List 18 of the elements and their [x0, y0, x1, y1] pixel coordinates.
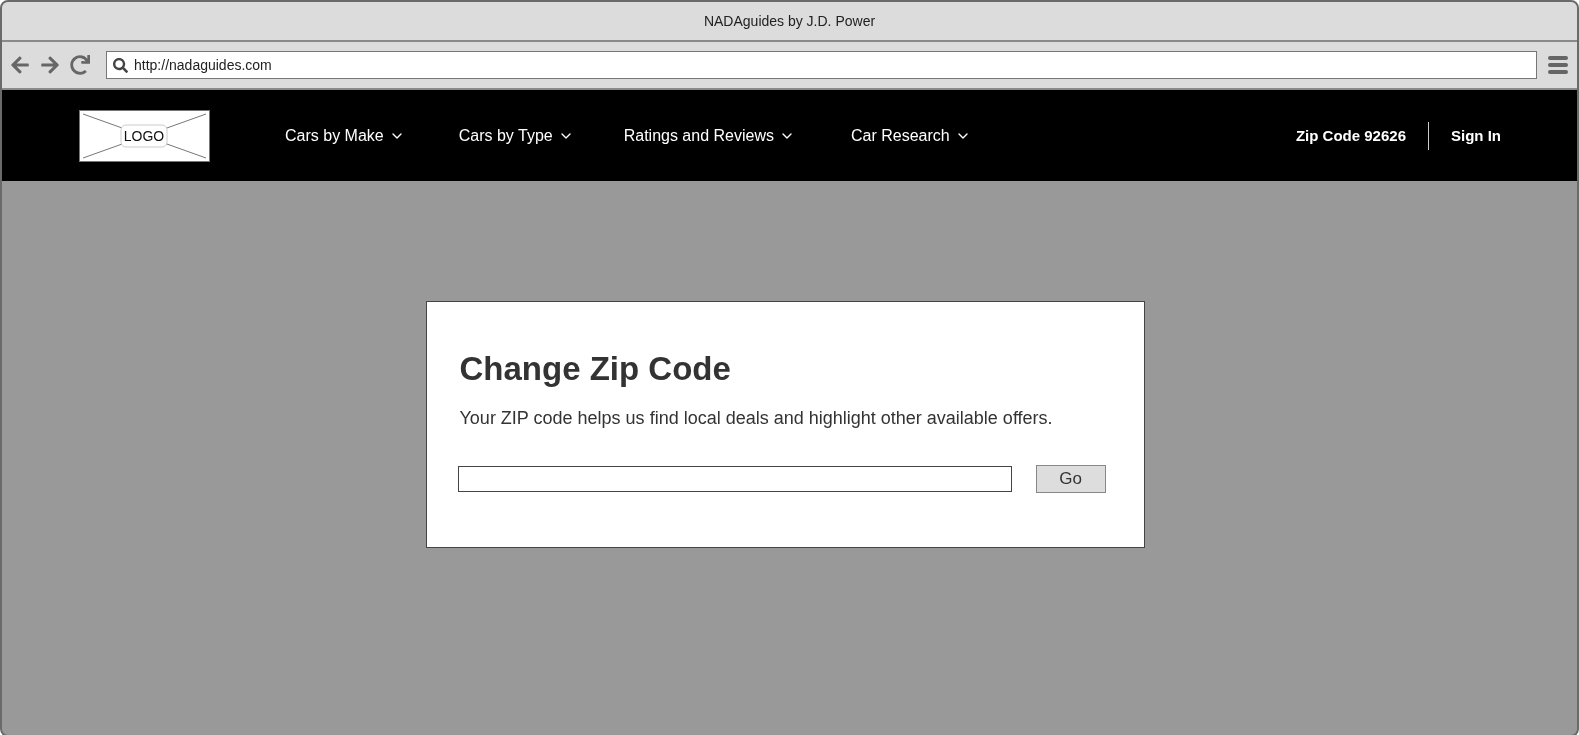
nav-menu-item[interactable]: Ratings and Reviews — [623, 126, 795, 145]
go-button[interactable]: Go — [1035, 465, 1106, 493]
dialog-title: Change Zip Code — [459, 350, 732, 388]
dialog-text: Your ZIP code helps us find local deals and highlight other available offers. — [459, 408, 1054, 429]
forward-icon[interactable] — [40, 55, 60, 75]
reload-icon[interactable] — [70, 55, 90, 75]
logo-text: LOGO — [123, 127, 165, 144]
nav-menu-item[interactable]: Car Research — [850, 126, 971, 145]
menu-icon[interactable] — [1547, 55, 1569, 75]
nav-menu-item[interactable]: Cars by Make — [285, 126, 405, 145]
nav-menu-item[interactable]: Cars by Type — [458, 126, 574, 145]
window-title: NADAguides by J.D. Power — [703, 13, 876, 29]
zip-code-link[interactable]: Zip Code 92626 — [1295, 127, 1406, 144]
zip-code-field[interactable] — [457, 466, 1012, 492]
back-icon[interactable] — [10, 55, 30, 75]
sign-in-link[interactable]: Sign In — [1451, 127, 1501, 144]
search-icon — [113, 57, 128, 73]
address-bar[interactable]: http://nadaguides.com — [106, 51, 1537, 79]
